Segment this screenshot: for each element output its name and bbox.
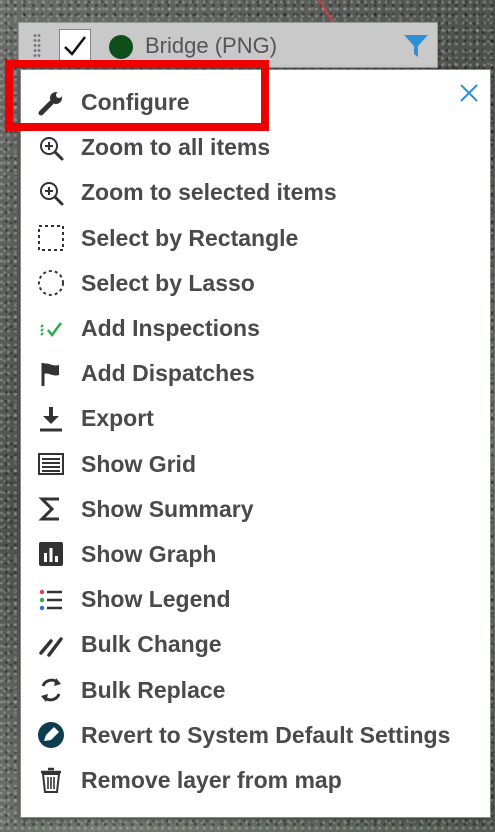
menu-item-remove-layer[interactable]: Remove layer from map [21, 758, 490, 803]
drag-handle-icon[interactable] [33, 33, 41, 57]
lasso-select-icon [21, 269, 81, 297]
menu-item-label: Select by Rectangle [81, 224, 299, 251]
menu-item-bulk-change[interactable]: Bulk Change [21, 622, 490, 667]
menu-item-label: Select by Lasso [81, 269, 255, 296]
menu-item-add-dispatches[interactable]: Add Dispatches [21, 351, 490, 396]
menu-item-select-rectangle[interactable]: Select by Rectangle [21, 216, 490, 261]
menu-item-show-graph[interactable]: Show Graph [21, 532, 490, 577]
wrench-icon [21, 89, 81, 117]
menu-item-label: Show Grid [81, 450, 196, 477]
menu-item-zoom-all[interactable]: Zoom to all items [21, 125, 490, 170]
menu-item-label: Add Dispatches [81, 360, 255, 387]
menu-item-configure[interactable]: Configure [21, 80, 490, 125]
rectangle-select-icon [21, 224, 81, 252]
menu-item-label: Zoom to selected items [81, 179, 337, 206]
menu-item-label: Configure [81, 89, 190, 116]
layer-name: Bridge (PNG) [145, 33, 278, 58]
layer-color-swatch [109, 35, 133, 59]
menu-item-label: Revert to System Default Settings [81, 721, 451, 748]
filter-icon[interactable] [402, 33, 430, 64]
bar-chart-icon [21, 540, 81, 568]
replace-icon [21, 676, 81, 704]
menu-item-label: Zoom to all items [81, 134, 271, 161]
menu-item-label: Bulk Replace [81, 676, 226, 703]
layer-context-menu: Configure Zoom to all items Zoom to sele… [20, 69, 491, 818]
menu-item-label: Export [81, 405, 154, 432]
pencil-icon [21, 631, 81, 659]
trash-icon [21, 766, 81, 794]
menu-item-add-inspections[interactable]: Add Inspections [21, 306, 490, 351]
menu-item-show-legend[interactable]: Show Legend [21, 577, 490, 622]
menu-item-label: Bulk Change [81, 631, 222, 658]
zoom-in-icon [21, 179, 81, 207]
menu-item-label: Show Graph [81, 540, 217, 567]
layer-visibility-checkbox[interactable] [59, 29, 91, 63]
menu-item-zoom-selected[interactable]: Zoom to selected items [21, 170, 490, 215]
menu-item-show-summary[interactable]: Show Summary [21, 487, 490, 532]
menu-item-show-grid[interactable]: Show Grid [21, 442, 490, 487]
flag-icon [21, 360, 81, 388]
zoom-in-icon [21, 134, 81, 162]
grid-icon [21, 450, 81, 478]
menu-item-bulk-replace[interactable]: Bulk Replace [21, 667, 490, 712]
download-icon [21, 405, 81, 433]
menu-item-export[interactable]: Export [21, 396, 490, 441]
checkmark-icon [64, 36, 86, 56]
inspections-icon [21, 315, 81, 343]
menu-item-revert-defaults[interactable]: Revert to System Default Settings [21, 713, 490, 758]
menu-item-label: Show Legend [81, 586, 231, 613]
layer-header[interactable]: Bridge (PNG) [18, 22, 438, 68]
revert-icon [21, 720, 81, 750]
menu-item-select-lasso[interactable]: Select by Lasso [21, 261, 490, 306]
legend-icon [21, 586, 81, 614]
menu-item-label: Add Inspections [81, 315, 260, 342]
menu-list: Configure Zoom to all items Zoom to sele… [21, 80, 490, 803]
sigma-icon [21, 495, 81, 523]
menu-item-label: Remove layer from map [81, 766, 342, 793]
menu-item-label: Show Summary [81, 495, 254, 522]
